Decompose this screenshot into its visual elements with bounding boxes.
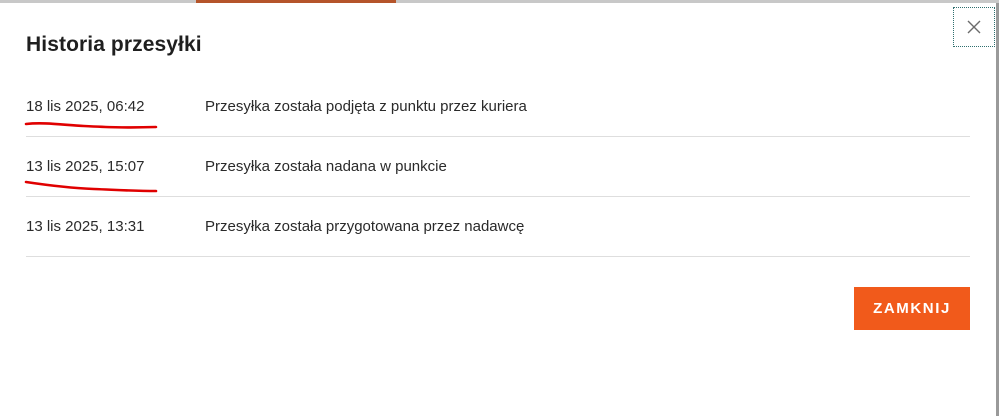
history-description: Przesyłka została nadana w punkcie xyxy=(205,158,447,175)
history-description: Przesyłka została podjęta z punktu przez… xyxy=(205,98,527,115)
red-underline-annotation xyxy=(24,122,158,129)
history-description: Przesyłka została przygotowana przez nad… xyxy=(205,218,525,235)
history-row: 18 lis 2025, 06:42 Przesyłka została pod… xyxy=(24,77,970,137)
close-button[interactable]: ZAMKNIJ xyxy=(854,287,970,330)
history-date: 18 lis 2025, 06:42 xyxy=(26,98,145,115)
dialog-title: Historia przesyłki xyxy=(26,33,202,56)
history-row: 13 lis 2025, 15:07 Przesyłka została nad… xyxy=(24,137,970,197)
history-list: 18 lis 2025, 06:42 Przesyłka została pod… xyxy=(24,77,970,257)
history-date: 13 lis 2025, 15:07 xyxy=(26,158,145,175)
history-row: 13 lis 2025, 13:31 Przesyłka została prz… xyxy=(26,197,970,257)
close-icon xyxy=(967,20,981,34)
close-icon-button[interactable] xyxy=(953,7,995,47)
history-date: 13 lis 2025, 13:31 xyxy=(26,218,145,235)
red-underline-annotation xyxy=(24,180,158,193)
shipment-history-dialog: Historia przesyłki 18 lis 2025, 06:42 Pr… xyxy=(0,3,996,416)
